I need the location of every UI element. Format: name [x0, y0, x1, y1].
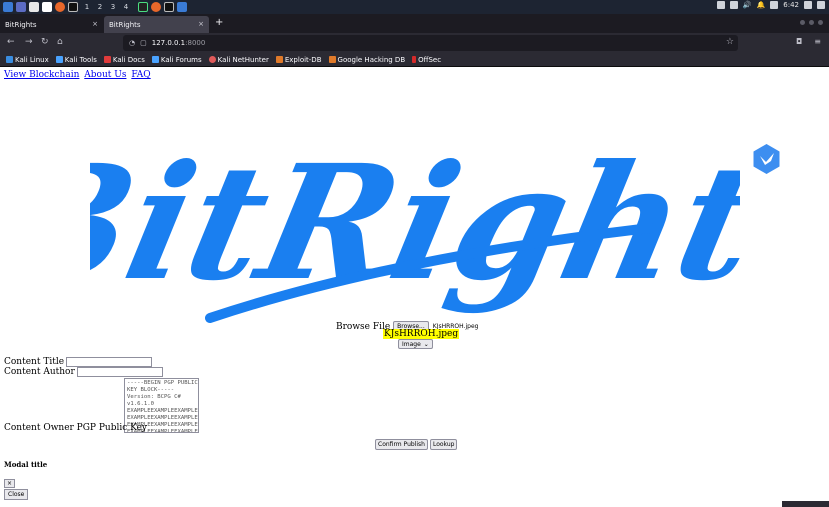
tab-close-icon[interactable]: ×	[92, 20, 98, 28]
url-host: 127.0.0.1	[151, 39, 186, 47]
workspace-4[interactable]: 4	[122, 3, 130, 11]
bookmark-label: Google Hacking DB	[337, 55, 406, 64]
pocket-icon[interactable]: ◘	[796, 37, 802, 46]
bookmark-label: OffSec	[418, 55, 442, 64]
offsec-icon	[412, 56, 417, 63]
ghdb-icon	[328, 56, 336, 63]
maximize-icon[interactable]	[809, 20, 814, 25]
bookmark-star-icon[interactable]: ☆	[726, 37, 734, 47]
battery-icon[interactable]	[770, 1, 779, 9]
bitrights-logo: BitRights	[90, 130, 740, 323]
bookmark-label: Kali Tools	[64, 55, 97, 64]
modal-title: Modal title	[4, 460, 48, 469]
tab-label: BitRights	[109, 20, 141, 29]
kali-docs-icon	[103, 56, 111, 63]
terminal-task-icon[interactable]	[138, 2, 148, 12]
display-icon[interactable]	[716, 1, 725, 9]
extension-bird-icon[interactable]	[752, 143, 781, 175]
firefox-icon[interactable]	[55, 2, 65, 12]
terminal-icon[interactable]	[68, 2, 78, 12]
bookmark-kali-linux[interactable]: Kali Linux	[6, 56, 49, 64]
mail-icon[interactable]	[729, 1, 738, 9]
chevron-down-icon: ⌄	[423, 340, 429, 348]
view-blockchain-link[interactable]: View Blockchain	[4, 70, 79, 80]
firefox-task-icon[interactable]	[151, 2, 161, 12]
shield-icon[interactable]: ◔	[129, 39, 135, 47]
tab-bitrights-1[interactable]: BitRights ×	[0, 16, 103, 33]
kali-tools-icon	[55, 56, 63, 63]
bookmark-kali-tools[interactable]: Kali Tools	[55, 55, 97, 64]
page-info-icon[interactable]: ▢	[140, 39, 147, 47]
kali-menu-icon[interactable]	[3, 2, 13, 12]
bookmarks-bar: Kali Linux Kali Tools Kali Docs Kali For…	[0, 53, 829, 67]
new-tab-button[interactable]: +	[215, 17, 223, 28]
reload-icon[interactable]: ↻	[41, 37, 49, 47]
workspace-2[interactable]: 2	[96, 3, 104, 11]
content-author-label: Content Author	[4, 367, 75, 377]
text-editor-icon[interactable]	[42, 2, 52, 12]
content-author-row: Content Author	[4, 367, 163, 377]
workspace-3[interactable]: 3	[109, 3, 117, 11]
back-icon[interactable]: ←	[7, 37, 15, 47]
modal-x-button[interactable]: ×	[4, 479, 16, 488]
content-type-select[interactable]: Image ⌄	[398, 339, 433, 349]
home-icon[interactable]: ⌂	[57, 37, 63, 47]
forward-icon[interactable]: →	[25, 37, 33, 47]
bookmark-exploit-db[interactable]: Exploit-DB	[275, 55, 322, 64]
notification-icon[interactable]: 🔔	[757, 1, 766, 9]
tab-bitrights-2[interactable]: BitRights ×	[104, 16, 209, 33]
minimize-icon[interactable]	[800, 20, 805, 25]
bookmark-offsec[interactable]: OffSec	[412, 56, 441, 64]
terminal-task-icon-2[interactable]	[164, 2, 174, 12]
bookmark-label: Exploit-DB	[284, 55, 322, 64]
bookmark-label: Kali Linux	[15, 55, 49, 64]
tab-label: BitRights	[5, 20, 37, 29]
bookmark-label: Kali Forums	[160, 55, 202, 64]
kali-linux-icon	[6, 56, 13, 63]
content-title-input[interactable]	[66, 357, 153, 367]
content-title-label: Content Title	[4, 357, 65, 367]
faq-link[interactable]: FAQ	[131, 70, 150, 80]
logo-text: BitRights	[90, 130, 740, 316]
bookmark-kali-docs[interactable]: Kali Docs	[103, 55, 145, 64]
tab-close-icon[interactable]: ×	[198, 20, 204, 28]
nav-bar: ← → ↻ ⌂ ◔ ▢ 127.0.0.1:8000 ☆ ◘ ≡	[0, 33, 829, 53]
bookmark-kali-nethunter[interactable]: Kali NetHunter	[208, 55, 269, 64]
select-value: Image	[402, 340, 421, 348]
modal-close-button[interactable]: Close	[4, 489, 29, 500]
power-icon[interactable]	[817, 1, 825, 9]
bookmark-google-hacking-db[interactable]: Google Hacking DB	[328, 55, 406, 64]
workspace-1[interactable]: 1	[83, 3, 91, 11]
about-us-link[interactable]: About Us	[84, 70, 126, 80]
bookmark-label: Kali NetHunter	[217, 55, 269, 64]
clock: 6:42	[783, 1, 799, 9]
kali-nethunter-icon	[208, 56, 216, 63]
bookmark-label: Kali Docs	[112, 55, 145, 64]
bookmark-kali-forums[interactable]: Kali Forums	[151, 55, 202, 64]
lock-icon[interactable]	[804, 1, 812, 9]
desktop-icon[interactable]	[16, 2, 26, 12]
top-nav-links: View Blockchain About Us FAQ	[4, 70, 153, 80]
tab-strip: BitRights × BitRights × +	[0, 14, 829, 33]
volume-icon[interactable]: 🔊	[743, 1, 752, 9]
status-corner	[782, 501, 829, 507]
kali-forums-icon	[151, 56, 159, 63]
lookup-button[interactable]: Lookup	[429, 439, 458, 450]
url-bar[interactable]: ◔ ▢ 127.0.0.1:8000 ☆	[123, 35, 738, 51]
file-name-highlight: KJsHRROH.jpeg	[383, 329, 460, 339]
confirm-publish-button[interactable]: Confirm Publish	[375, 439, 428, 450]
pgp-key-label: Content Owner PGP Public Key	[4, 423, 148, 433]
close-window-icon[interactable]	[818, 20, 823, 25]
files-icon[interactable]	[29, 2, 39, 12]
content-title-row: Content Title	[4, 357, 153, 367]
exploit-db-icon	[275, 56, 283, 63]
folder-task-icon[interactable]	[177, 2, 187, 12]
taskbar: 1 2 3 4 🔊 🔔 6:42	[0, 0, 829, 14]
url-port: :8000	[185, 39, 206, 47]
window-controls	[800, 20, 823, 25]
action-buttons: Confirm Publish Lookup	[375, 439, 458, 450]
content-author-input[interactable]	[76, 367, 163, 377]
menu-icon[interactable]: ≡	[814, 37, 821, 46]
page-content: View Blockchain About Us FAQ BitRights B…	[0, 68, 829, 507]
